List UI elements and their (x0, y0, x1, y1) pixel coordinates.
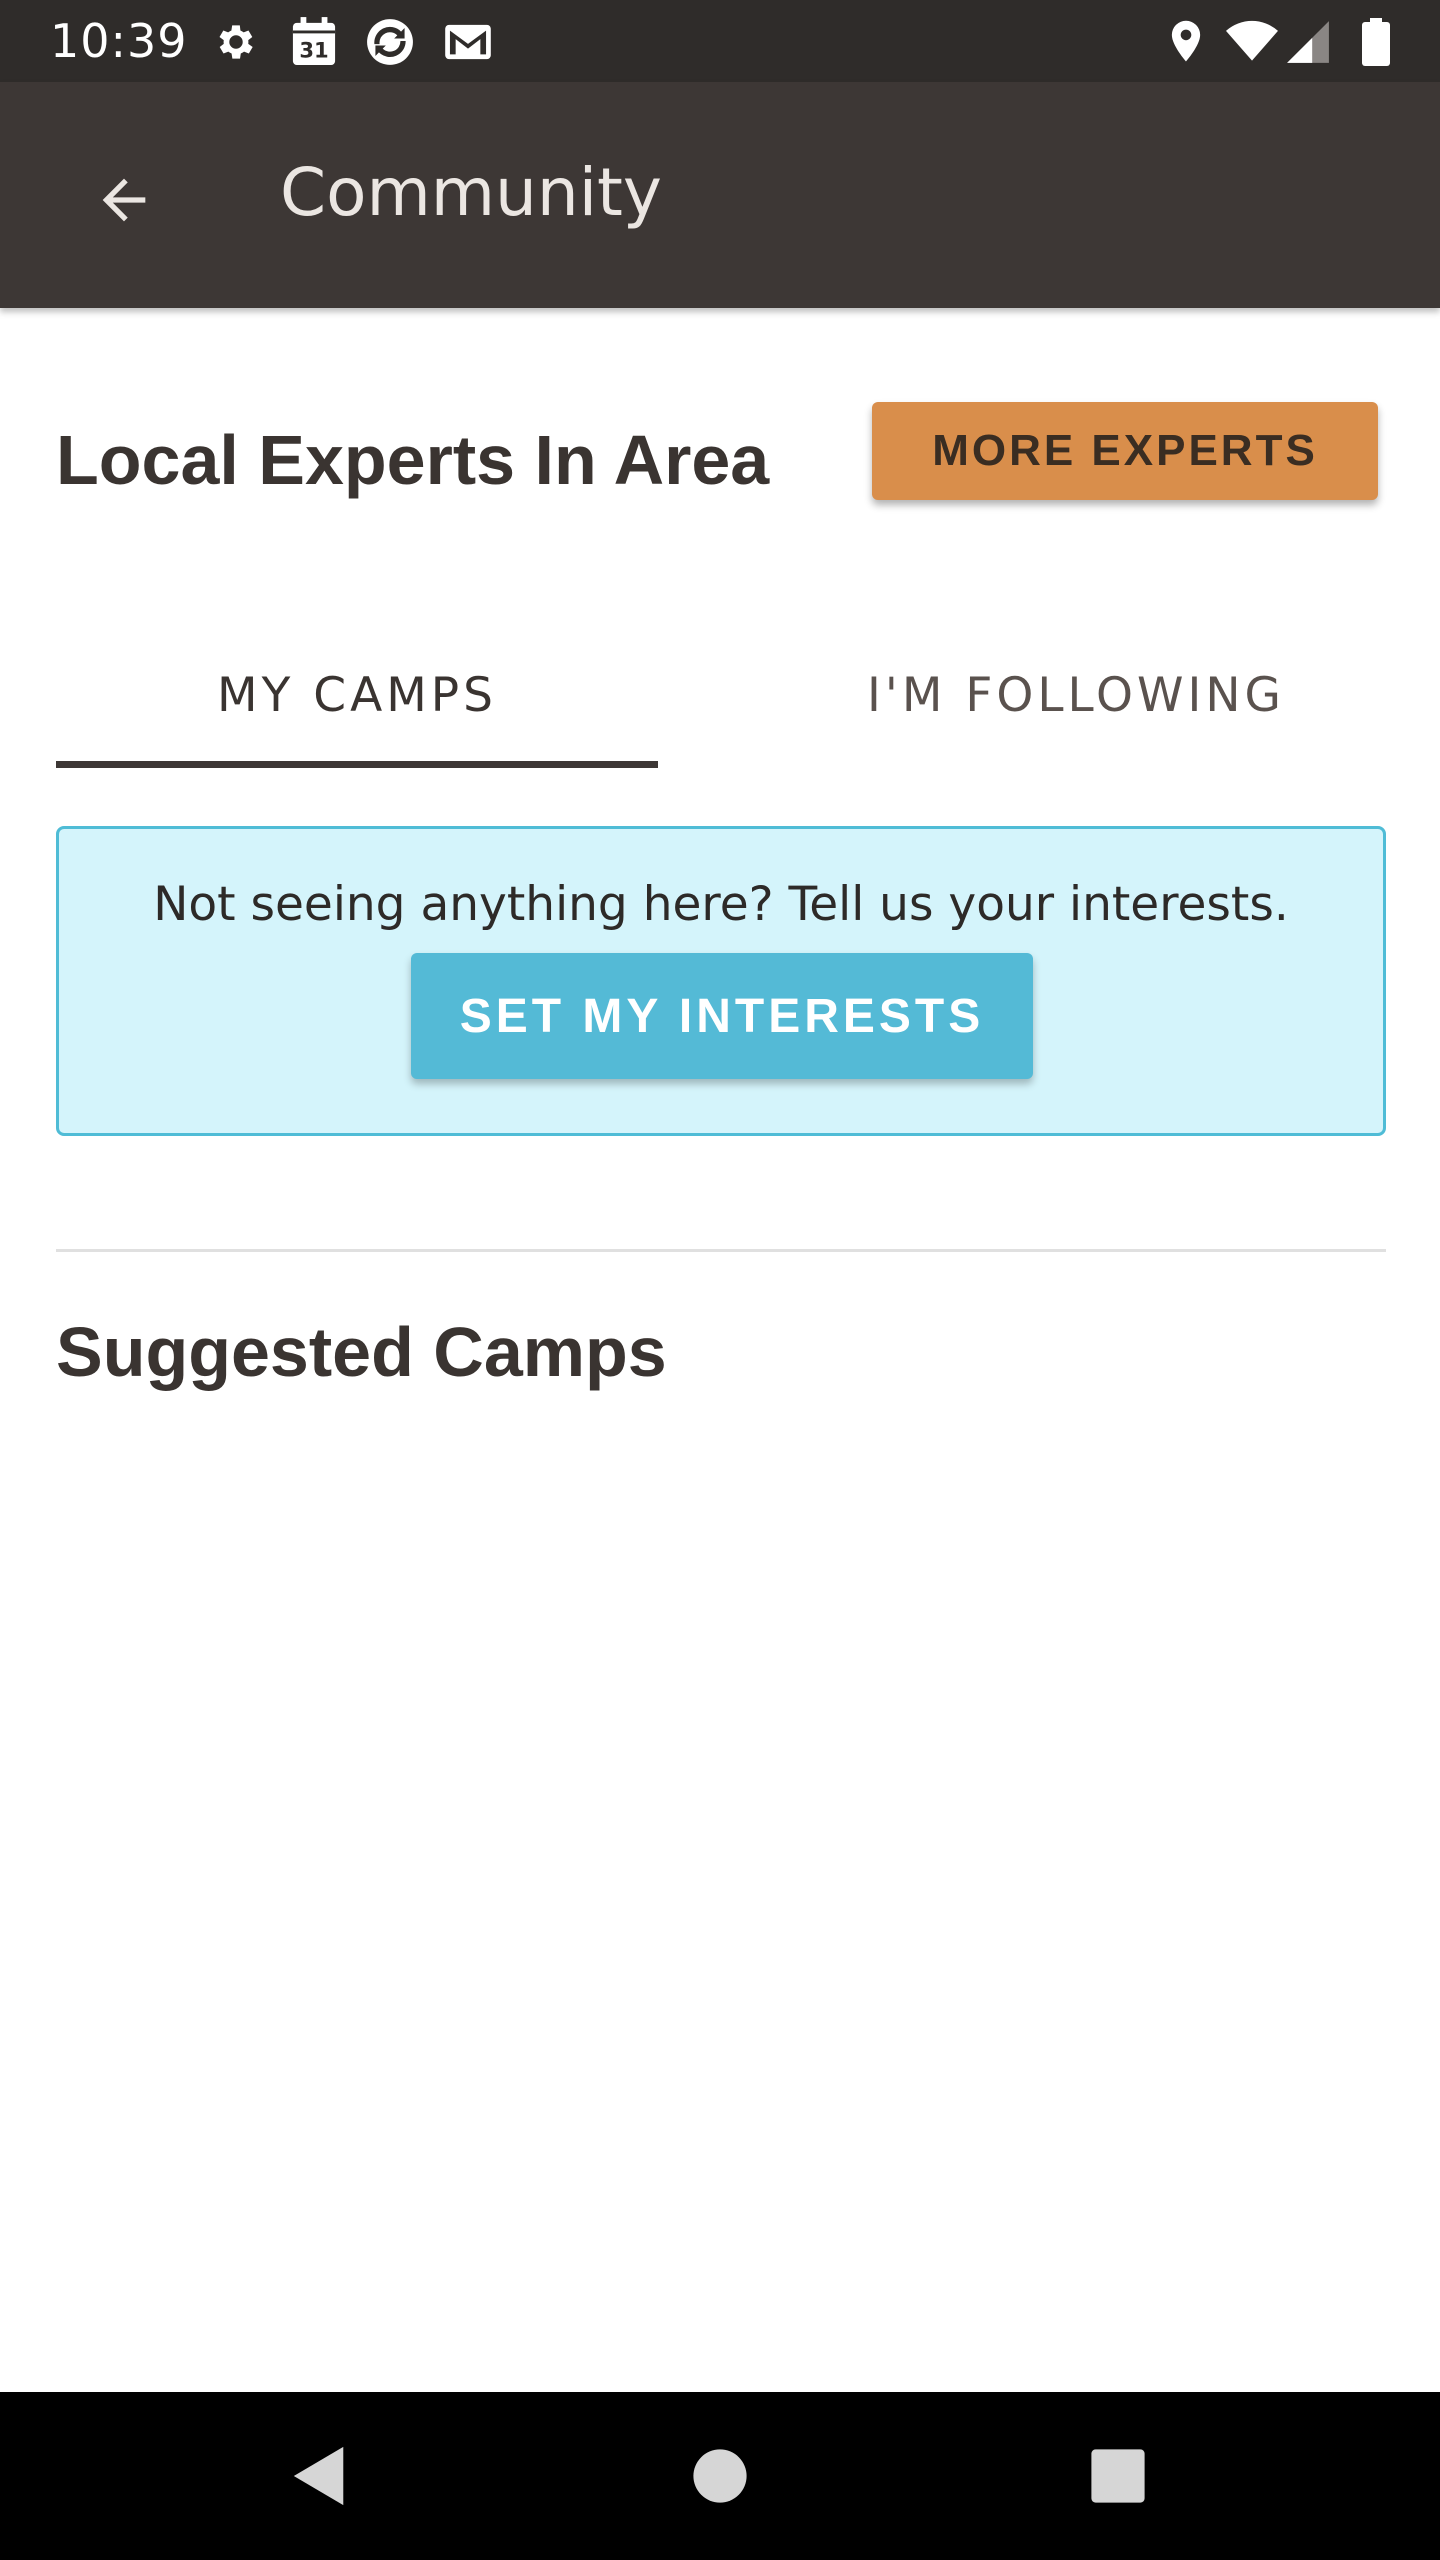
interests-prompt-box: Not seeing anything here? Tell us your i… (56, 826, 1386, 1136)
nav-recents-button[interactable] (1068, 2426, 1168, 2526)
nav-recents-icon (1091, 2449, 1145, 2503)
camps-tabs: MY CAMPS I'M FOLLOWING (56, 620, 1386, 770)
nav-back-button[interactable] (270, 2426, 370, 2526)
nav-home-button[interactable] (670, 2426, 770, 2526)
suggested-camps-title: Suggested Camps (56, 1313, 667, 1391)
tab-im-following[interactable]: I'M FOLLOWING (721, 620, 1431, 770)
tab-selected-indicator (56, 761, 658, 768)
status-time: 10:39 (50, 14, 188, 68)
section-divider (56, 1249, 1386, 1252)
set-my-interests-button[interactable]: SET MY INTERESTS (411, 953, 1033, 1079)
signal-icon (1282, 16, 1334, 68)
back-button[interactable] (76, 152, 172, 248)
location-icon (1160, 16, 1212, 68)
more-experts-button[interactable]: MORE EXPERTS (872, 402, 1378, 500)
local-experts-title: Local Experts In Area (56, 421, 770, 499)
interests-prompt-text: Not seeing anything here? Tell us your i… (153, 877, 1289, 932)
svg-text:31: 31 (299, 37, 328, 62)
app-bar: Community (0, 82, 1440, 308)
calendar-icon: 31 (288, 16, 340, 68)
nav-back-icon (293, 2446, 344, 2506)
gmail-icon (442, 16, 494, 68)
system-nav-bar (0, 2392, 1440, 2560)
battery-icon (1350, 16, 1402, 68)
tab-my-camps[interactable]: MY CAMPS (56, 620, 658, 770)
sync-app-icon (364, 16, 416, 68)
nav-home-icon (693, 2449, 747, 2503)
wifi-icon (1226, 16, 1278, 68)
status-bar: 10:39 31 (0, 0, 1440, 82)
arrow-back-icon (102, 178, 146, 222)
settings-icon (210, 16, 262, 68)
page-title: Community (280, 154, 662, 231)
